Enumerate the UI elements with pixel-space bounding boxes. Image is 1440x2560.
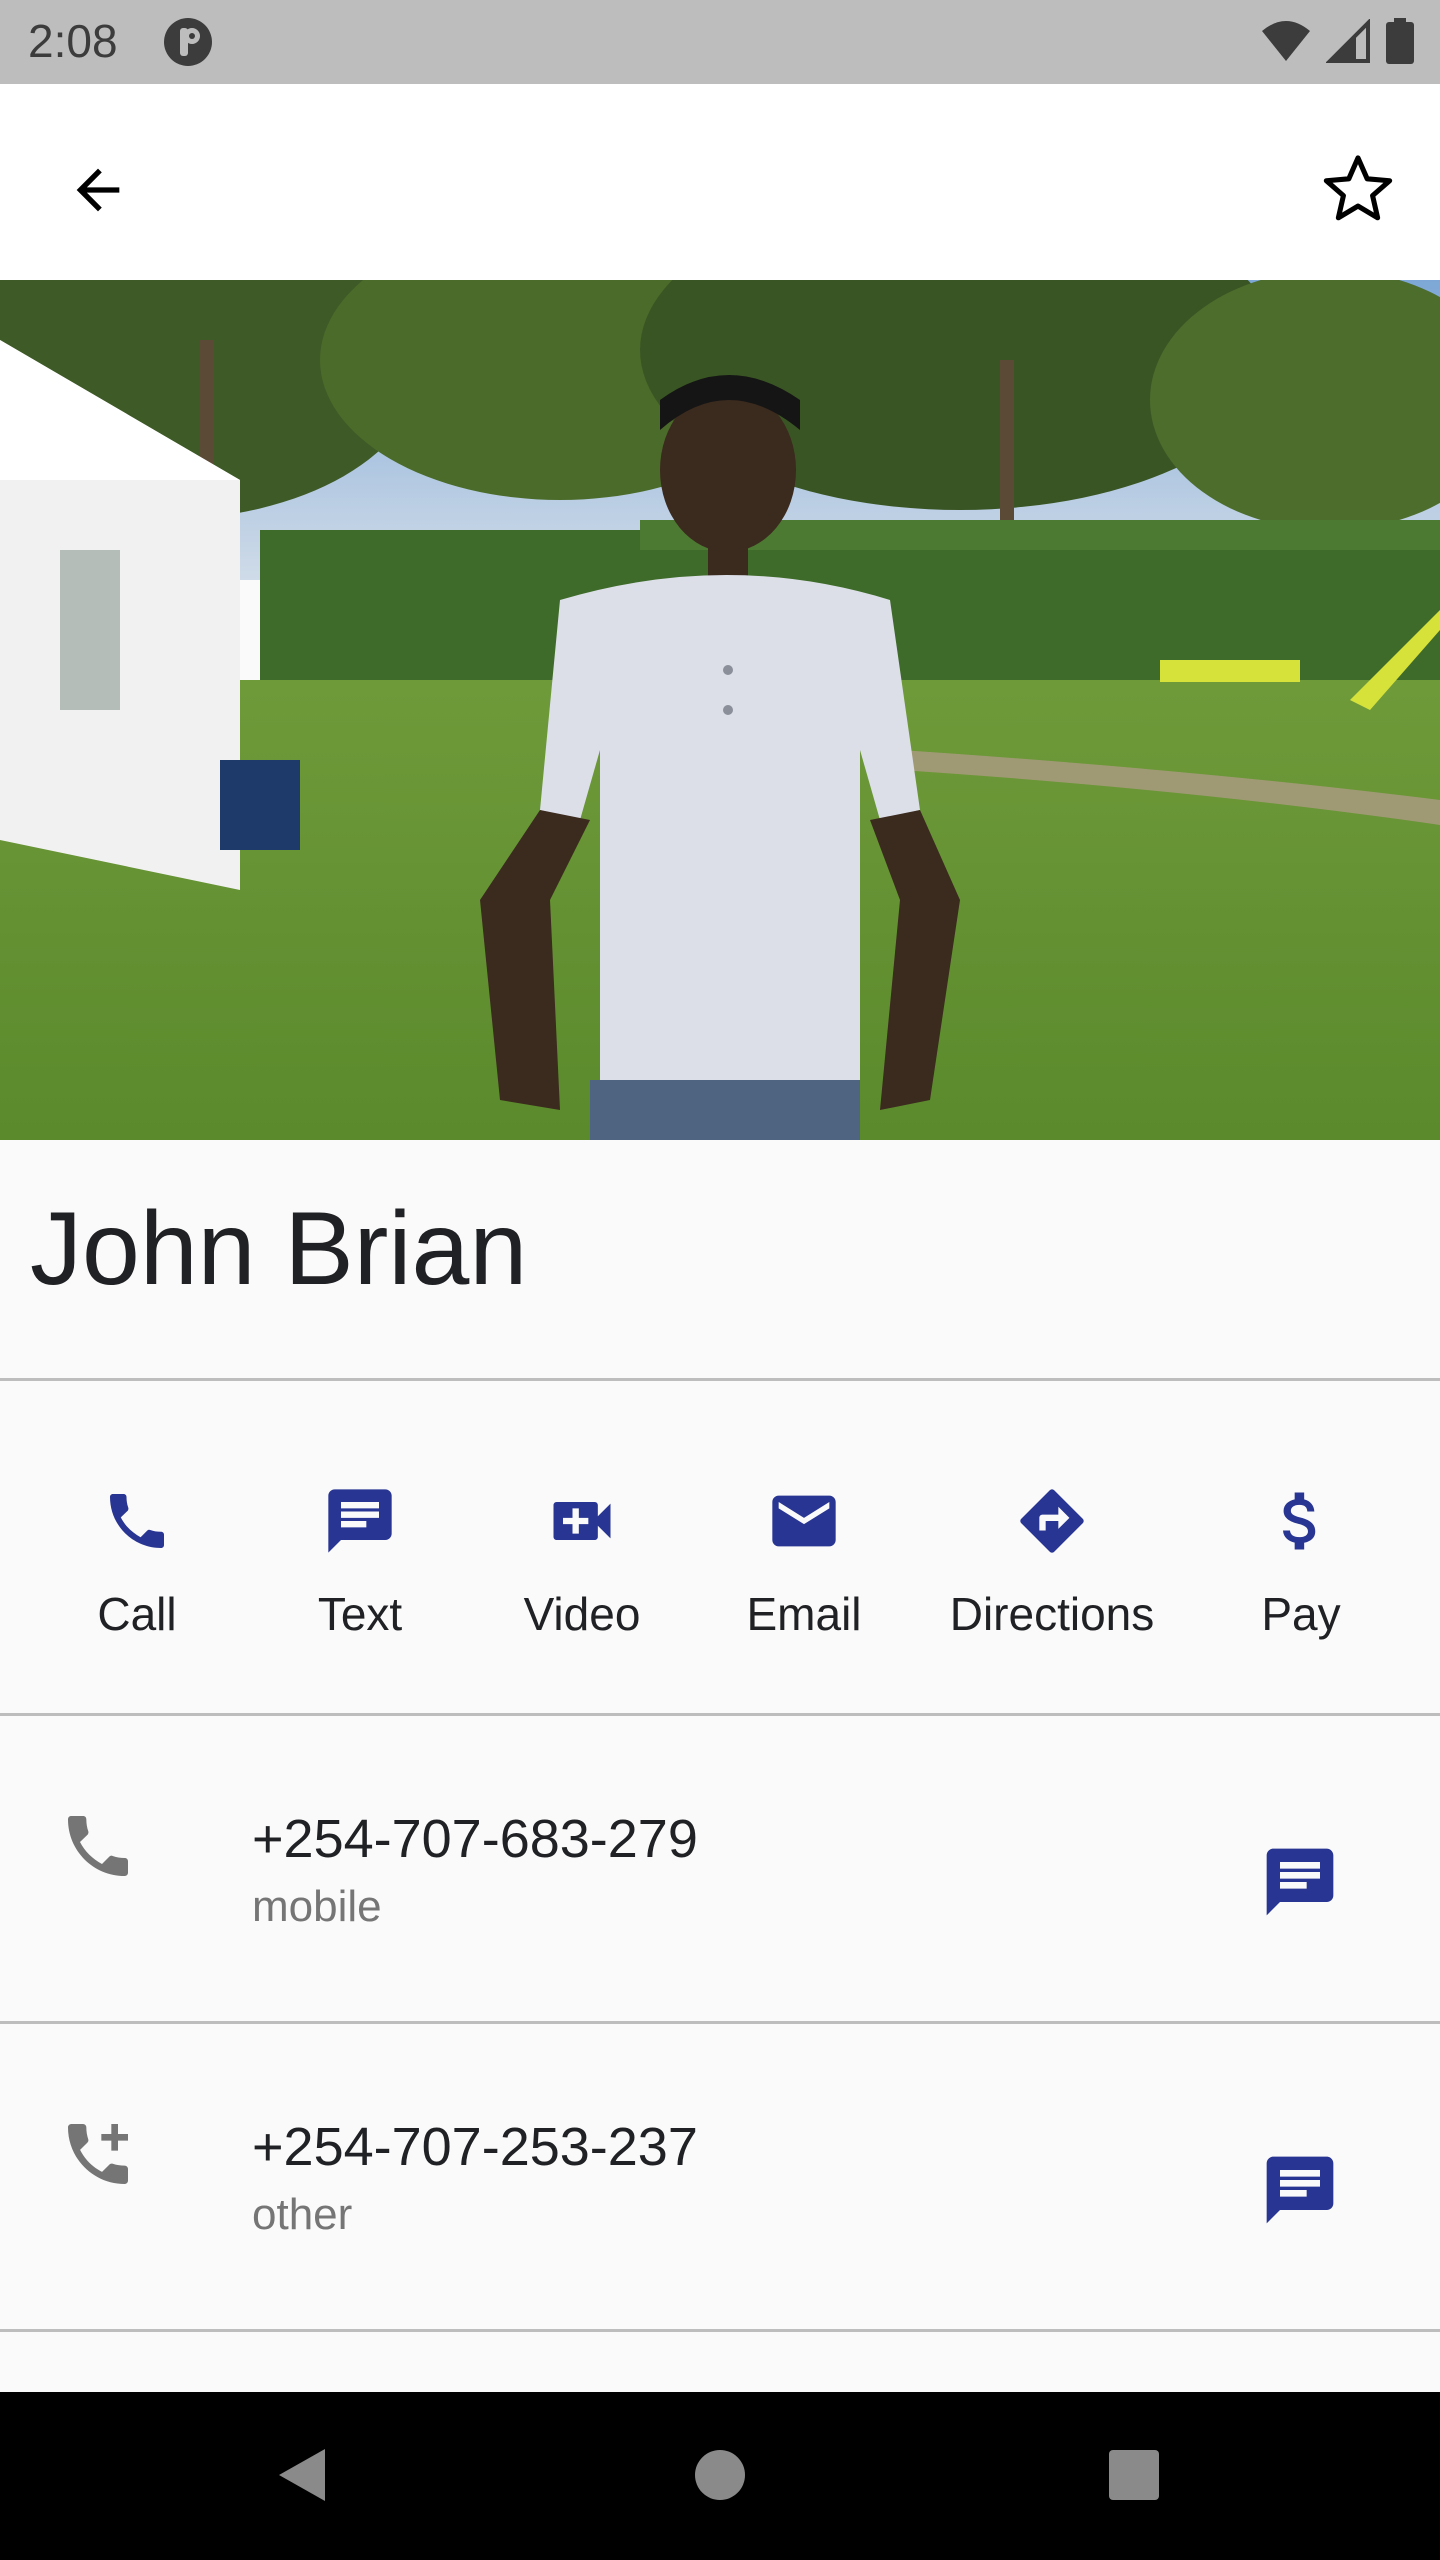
cell-signal-icon xyxy=(1325,18,1372,68)
send-message-button[interactable] xyxy=(1252,2144,1348,2240)
back-button[interactable] xyxy=(50,144,146,240)
directions-action-button[interactable]: Directions xyxy=(932,1381,1172,1713)
text-action-button[interactable]: Text xyxy=(280,1381,440,1713)
pay-action-button[interactable]: Pay xyxy=(1221,1381,1381,1713)
message-icon xyxy=(1260,1842,1340,1927)
triangle-back-icon xyxy=(269,2443,333,2512)
system-navigation-bar xyxy=(0,2392,1440,2560)
phone-type: mobile xyxy=(252,1882,382,1931)
contact-name: John Brian xyxy=(30,1191,528,1307)
email-action-button[interactable]: Email xyxy=(724,1381,884,1713)
circle-home-icon xyxy=(692,2447,748,2508)
nav-home-button[interactable] xyxy=(675,2432,765,2522)
app-notification-icon xyxy=(162,16,214,68)
phone-icon xyxy=(58,1806,138,1886)
email-label: Email xyxy=(746,1588,862,1640)
square-recents-icon xyxy=(1107,2448,1161,2507)
send-message-button[interactable] xyxy=(1252,1836,1348,1932)
app-bar xyxy=(0,84,1440,280)
nav-back-button[interactable] xyxy=(256,2432,346,2522)
phone-type: other xyxy=(252,2190,353,2239)
quick-actions: Call Text Video Email Directions Pay xyxy=(0,1381,1440,1716)
phone-number: +254-707-253-237 xyxy=(252,2117,698,2177)
video-action-button[interactable]: Video xyxy=(502,1381,662,1713)
phone-icon xyxy=(97,1481,177,1561)
email-icon xyxy=(764,1481,844,1561)
wifi-icon xyxy=(1260,19,1312,68)
directions-label: Directions xyxy=(949,1588,1155,1640)
battery-icon xyxy=(1386,18,1414,69)
call-label: Call xyxy=(97,1588,177,1640)
contact-photo xyxy=(0,280,1440,1140)
video-label: Video xyxy=(523,1588,641,1640)
status-bar: 2:08 xyxy=(0,0,1440,84)
name-section: John Brian xyxy=(0,1140,1440,1381)
directions-icon xyxy=(1012,1481,1092,1561)
message-icon xyxy=(1260,2150,1340,2235)
dollar-icon xyxy=(1261,1481,1341,1561)
nav-recents-button[interactable] xyxy=(1089,2432,1179,2522)
phone-row-mobile[interactable]: +254-707-683-279 mobile xyxy=(0,1716,1440,2024)
message-icon xyxy=(320,1481,400,1561)
status-time: 2:08 xyxy=(28,15,118,67)
favorite-button[interactable] xyxy=(1310,142,1406,238)
add-call-icon xyxy=(58,2114,138,2194)
star-outline-icon xyxy=(1320,150,1396,231)
text-label: Text xyxy=(317,1588,403,1640)
phone-number: +254-707-683-279 xyxy=(252,1809,698,1869)
video-icon xyxy=(542,1481,622,1561)
phone-row-other[interactable]: +254-707-253-237 other xyxy=(0,2024,1440,2332)
call-action-button[interactable]: Call xyxy=(57,1381,217,1713)
arrow-back-icon xyxy=(66,158,130,227)
pay-label: Pay xyxy=(1261,1588,1341,1640)
